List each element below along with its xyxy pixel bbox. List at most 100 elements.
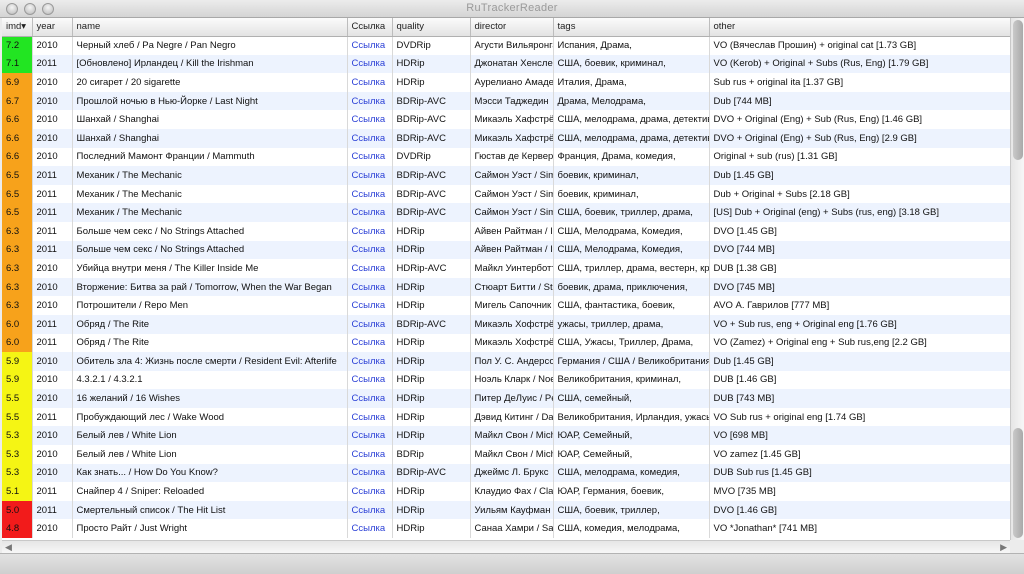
link-cell[interactable]: Ссылка xyxy=(347,500,393,520)
table-row[interactable]: 5.1 2011 Снайпер 4 / Sniper: Reloaded Ссылк… xyxy=(2,482,1010,501)
table-row[interactable]: 6.5 2011 Механик / The Mechanic Ссылка BDRip… xyxy=(2,166,1010,185)
table-row[interactable]: 7.1 2011 [Обновлено] Ирландец / Kill the I… xyxy=(2,54,1010,74)
table-row[interactable]: 6.3 2011 Больше чем секс / No Strings Atta… xyxy=(2,240,1010,260)
table-row[interactable]: 7.2 2010 Черный хлеб / Pa Negre / Pan Negr… xyxy=(2,36,1010,55)
link-cell[interactable]: Ссылка xyxy=(347,203,393,222)
link-cell[interactable]: Ссылка xyxy=(347,314,393,334)
name-cell: Обряд / The Rite xyxy=(72,314,348,334)
table-row[interactable]: 5.5 2011 Пробуждающий лес / Wake Wood Ссылк… xyxy=(2,407,1010,427)
other-cell: DVO + Original (Eng) + Sub (Rus, Eng) [1… xyxy=(709,110,1010,129)
link-cell[interactable]: Ссылка xyxy=(347,482,393,501)
year-cell: 2011 xyxy=(32,314,73,334)
table-row[interactable]: 6.7 2010 Прошлой ночью в Нью-Йорке / Last … xyxy=(2,91,1010,111)
link-cell[interactable]: Ссылка xyxy=(347,54,393,74)
vertical-scroll-thumb[interactable] xyxy=(1013,20,1023,160)
table-row[interactable]: 5.3 2010 Белый лев / White Lion Ссылка BDRip… xyxy=(2,445,1010,464)
column-header-year[interactable]: year xyxy=(32,18,73,37)
name-cell: Белый лев / White Lion xyxy=(72,445,348,464)
table-row[interactable]: 5.9 2010 Обитель зла 4: Жизнь после смерти… xyxy=(2,352,1010,371)
name-cell: Последний Мамонт Франции / Mammuth xyxy=(72,147,348,167)
vertical-scroll-arrows[interactable] xyxy=(1013,428,1023,538)
link-cell[interactable]: Ссылка xyxy=(347,519,393,539)
director-cell: Саймон Уэст / Simon xyxy=(470,166,554,185)
table-row[interactable]: 6.6 2010 Шанхай / Shanghai Ссылка BDRip-AVC М… xyxy=(2,110,1010,129)
link-cell[interactable]: Ссылка xyxy=(347,166,393,185)
table-row[interactable]: 4.8 2010 Просто Райт / Just Wright Ссылка HD… xyxy=(2,519,1010,539)
tags-cell: ЮАР, Семейный, xyxy=(553,445,710,464)
name-cell: Пробуждающий лес / Wake Wood xyxy=(72,407,348,427)
link-cell[interactable]: Ссылка xyxy=(347,370,393,390)
link-cell[interactable]: Ссылка xyxy=(347,389,393,408)
link-cell[interactable]: Ссылка xyxy=(347,110,393,129)
column-header-other[interactable]: other xyxy=(709,18,1010,37)
table-row[interactable]: 6.5 2011 Механик / The Mechanic Ссылка BDRip… xyxy=(2,203,1010,222)
table-row[interactable]: 5.0 2011 Смертельный список / The Hit List… xyxy=(2,500,1010,520)
table-row[interactable]: 5.3 2010 Как знать... / How Do You Know? Сс… xyxy=(2,463,1010,483)
link-cell[interactable]: Ссылка xyxy=(347,128,393,148)
table-row[interactable]: 6.3 2011 Больше чем секс / No Strings Atta… xyxy=(2,221,1010,241)
link-cell[interactable]: Ссылка xyxy=(347,426,393,446)
link-cell[interactable]: Ссылка xyxy=(347,445,393,464)
link-cell[interactable]: Ссылка xyxy=(347,184,393,204)
other-cell: DUB [1.38 GB] xyxy=(709,259,1010,278)
scroll-left-icon[interactable]: ◀ xyxy=(5,542,12,553)
table-row[interactable]: 6.0 2011 Обряд / The Rite Ссылка BDRip-AVC Ми… xyxy=(2,314,1010,334)
year-cell: 2010 xyxy=(32,277,73,297)
link-cell[interactable]: Ссылка xyxy=(347,73,393,92)
link-cell[interactable]: Ссылка xyxy=(347,36,393,55)
tags-cell: Испания, Драма, xyxy=(553,36,710,55)
link-cell[interactable]: Ссылка xyxy=(347,352,393,371)
imdb-rating-cell: 6.6 xyxy=(2,128,33,148)
link-cell[interactable]: Ссылка xyxy=(347,333,393,353)
table-row[interactable]: 6.3 2010 Потрошители / Repo Men Ссылка HDRip… xyxy=(2,296,1010,315)
link-cell[interactable]: Ссылка xyxy=(347,463,393,483)
link-cell[interactable]: Ссылка xyxy=(347,296,393,315)
link-cell[interactable]: Ссылка xyxy=(347,277,393,297)
column-header-link[interactable]: Ссылка xyxy=(347,18,393,37)
column-header-tags[interactable]: tags xyxy=(553,18,710,37)
column-header-director[interactable]: director xyxy=(470,18,554,37)
column-header-name[interactable]: name xyxy=(72,18,348,37)
imdb-rating-cell: 6.3 xyxy=(2,296,33,315)
director-cell: Айвен Райтман / Ivan xyxy=(470,221,554,241)
link-cell[interactable]: Ссылка xyxy=(347,240,393,260)
director-cell: Питер ДеЛуис / Peter xyxy=(470,389,554,408)
name-cell: Прошлой ночью в Нью-Йорке / Last Night xyxy=(72,91,348,111)
imdb-rating-cell: 5.1 xyxy=(2,482,33,501)
imdb-rating-cell: 5.3 xyxy=(2,445,33,464)
column-header-quality[interactable]: quality xyxy=(392,18,471,37)
scroll-right-icon[interactable]: ▶ xyxy=(1000,542,1007,553)
table-row[interactable]: 6.0 2011 Обряд / The Rite Ссылка HDRip Микаэл… xyxy=(2,333,1010,353)
name-cell: Снайпер 4 / Sniper: Reloaded xyxy=(72,482,348,501)
table-row[interactable]: 6.6 2010 Шанхай / Shanghai Ссылка BDRip-AVC М… xyxy=(2,128,1010,148)
table-row[interactable]: 6.5 2011 Механик / The Mechanic Ссылка BDRip… xyxy=(2,184,1010,204)
link-cell[interactable]: Ссылка xyxy=(347,259,393,278)
other-cell: VO (Zamez) + Original eng + Sub rus,eng … xyxy=(709,333,1010,353)
quality-cell: HDRip xyxy=(392,333,471,353)
vertical-scrollbar[interactable] xyxy=(1010,18,1024,540)
link-cell[interactable]: Ссылка xyxy=(347,221,393,241)
director-cell: Пол У. С. Андерсон xyxy=(470,352,554,371)
name-cell: Механик / The Mechanic xyxy=(72,203,348,222)
table-row[interactable]: 5.3 2010 Белый лев / White Lion Ссылка HDRip… xyxy=(2,426,1010,446)
table-row[interactable]: 6.6 2010 Последний Мамонт Франции / Mammut… xyxy=(2,147,1010,167)
quality-cell: HDRip xyxy=(392,73,471,92)
imdb-rating-cell: 6.6 xyxy=(2,110,33,129)
quality-cell: HDRip xyxy=(392,277,471,297)
link-cell[interactable]: Ссылка xyxy=(347,91,393,111)
column-header-imdb[interactable]: imd▾ xyxy=(2,18,33,37)
tags-cell: боевик, криминал, xyxy=(553,166,710,185)
table-row[interactable]: 6.3 2010 Вторжение: Битва за рай / Tomorro… xyxy=(2,277,1010,297)
link-cell[interactable]: Ссылка xyxy=(347,407,393,427)
tags-cell: США, боевик, криминал, xyxy=(553,54,710,74)
imdb-rating-cell: 6.0 xyxy=(2,314,33,334)
horizontal-scrollbar[interactable]: ◀ ▶ xyxy=(2,540,1010,553)
year-cell: 2011 xyxy=(32,54,73,74)
link-cell[interactable]: Ссылка xyxy=(347,147,393,167)
year-cell: 2010 xyxy=(32,147,73,167)
table-row[interactable]: 6.3 2010 Убийца внутри меня / The Killer I… xyxy=(2,259,1010,278)
table-row[interactable]: 5.5 2010 16 желаний / 16 Wishes Ссылка HDRip… xyxy=(2,389,1010,408)
table-row[interactable]: 5.9 2010 4.3.2.1 / 4.3.2.1 Ссылка HDRip Ноэль… xyxy=(2,370,1010,390)
director-cell: Айвен Райтман / Ivan xyxy=(470,240,554,260)
table-row[interactable]: 6.9 2010 20 сигарет / 20 sigarette Ссылка HD… xyxy=(2,73,1010,92)
